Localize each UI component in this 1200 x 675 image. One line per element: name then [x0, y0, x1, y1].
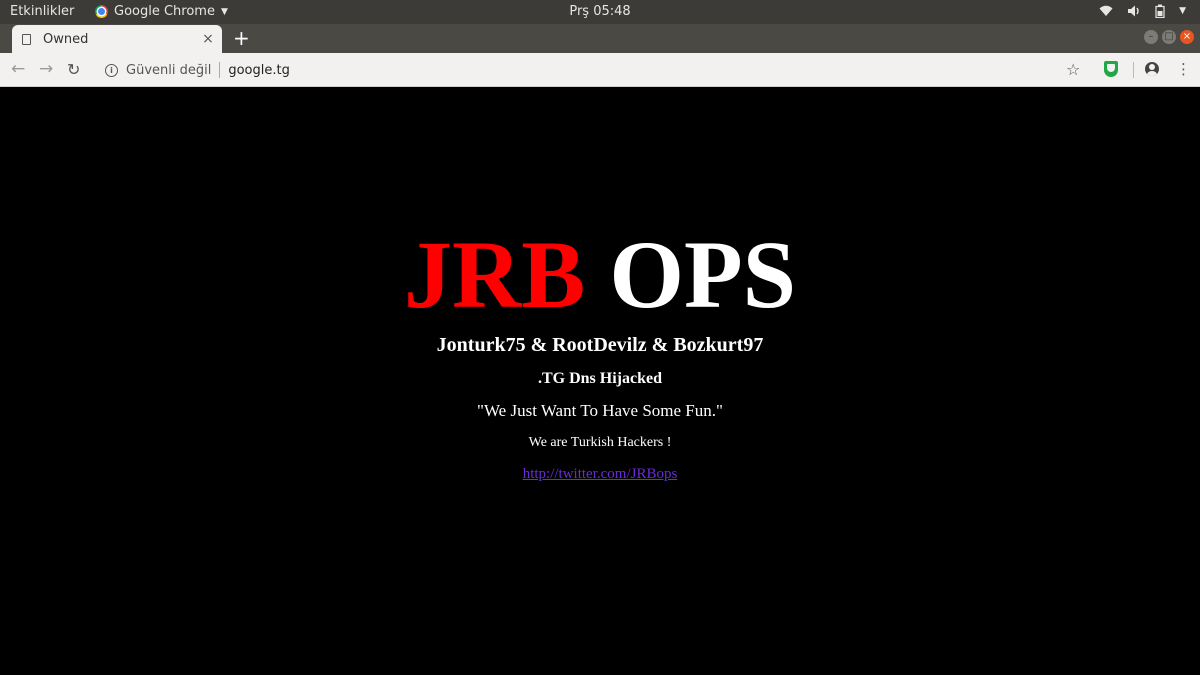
- shield-extension-icon[interactable]: [1104, 61, 1118, 77]
- forward-button[interactable]: →: [39, 59, 53, 79]
- page-content: JRB OPS Jonturk75 & RootDevilz & Bozkurt…: [0, 87, 1200, 675]
- wifi-icon: [1099, 5, 1113, 16]
- security-label[interactable]: Güvenli değil: [126, 63, 211, 78]
- bookmark-star-icon[interactable]: ☆: [1066, 60, 1080, 79]
- window-controls: – □ ×: [1144, 30, 1194, 44]
- chevron-down-icon: ▼: [220, 6, 228, 17]
- maximize-button[interactable]: □: [1162, 30, 1176, 44]
- app-name: Google Chrome: [114, 4, 215, 19]
- chrome-logo-icon: [95, 5, 108, 18]
- address-bar[interactable]: i Güvenli değil google.tg: [100, 60, 290, 80]
- tab-owned[interactable]: Owned ×: [12, 25, 222, 53]
- volume-icon: [1128, 5, 1139, 17]
- tab-close-icon[interactable]: ×: [198, 31, 218, 47]
- page-headline: JRB OPS: [0, 223, 1200, 327]
- new-tab-button[interactable]: +: [233, 27, 250, 49]
- browser-toolbar: ← → ↻ i Güvenli değil google.tg ☆ ⋮: [0, 53, 1200, 87]
- url-text[interactable]: google.tg: [228, 63, 290, 78]
- tab-strip: Owned × + – □ ×: [0, 24, 1200, 53]
- authors-text: Jonturk75 & RootDevilz & Bozkurt97: [436, 334, 764, 356]
- window-close-button[interactable]: ×: [1180, 30, 1194, 44]
- headline-white: OPS: [609, 221, 797, 328]
- turkish-hackers-text: We are Turkish Hackers !: [528, 435, 672, 450]
- twitter-link[interactable]: http://twitter.com/JRBops: [523, 466, 678, 482]
- toolbar-divider: [1133, 62, 1134, 78]
- omnibox-divider: [219, 62, 221, 78]
- battery-icon: [1155, 4, 1165, 18]
- headline-red: JRB: [403, 221, 586, 328]
- quote-text: "We Just Want To Have Some Fun.": [477, 401, 723, 420]
- reload-button[interactable]: ↻: [67, 60, 80, 79]
- app-menu[interactable]: Google Chrome ▼: [95, 4, 228, 19]
- minimize-button[interactable]: –: [1144, 30, 1158, 44]
- chevron-down-icon: ▼: [1179, 6, 1186, 16]
- info-icon[interactable]: i: [105, 63, 118, 77]
- system-tray[interactable]: ▼: [1099, 4, 1186, 18]
- page-icon: [22, 33, 31, 45]
- hijacked-text: .TG Dns Hijacked: [537, 370, 662, 387]
- activities-button[interactable]: Etkinlikler: [10, 4, 74, 19]
- system-top-bar: Etkinlikler Google Chrome ▼ Prş 05:48 ▼: [0, 0, 1200, 24]
- tab-title: Owned: [43, 31, 89, 47]
- back-button[interactable]: ←: [11, 59, 25, 79]
- profile-avatar-icon[interactable]: [1145, 62, 1159, 76]
- menu-dots-icon[interactable]: ⋮: [1176, 60, 1191, 78]
- twitter-link-container: http://twitter.com/JRBops: [0, 466, 1200, 483]
